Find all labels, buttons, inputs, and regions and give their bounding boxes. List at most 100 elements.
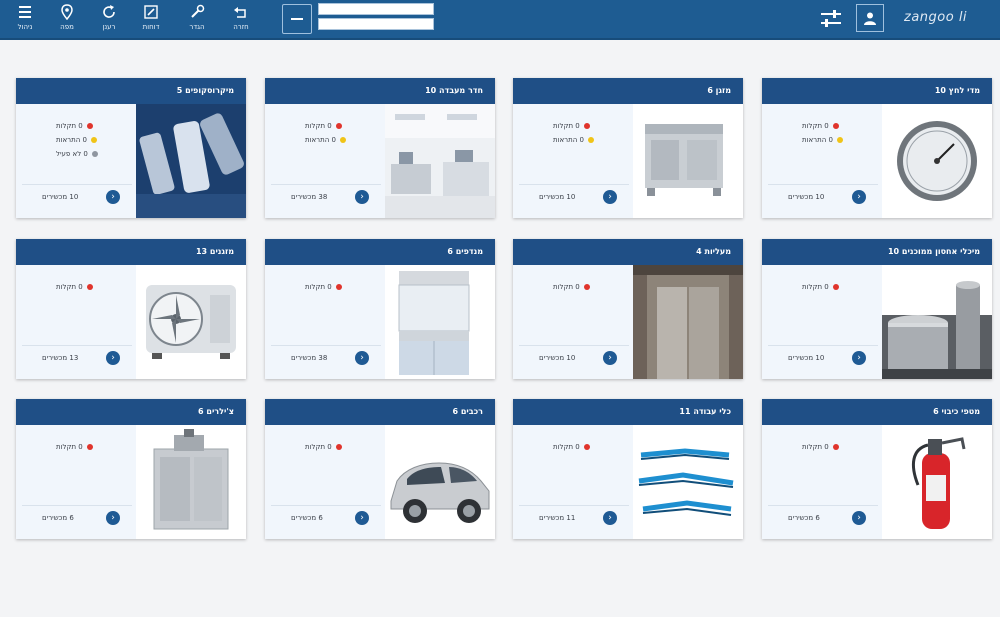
equipment-card[interactable]: רכבים 6 0 תקלות 6 מכשירים ›	[265, 399, 495, 539]
undo-icon	[234, 7, 246, 18]
equipment-card[interactable]: כלי עבודה 11 0 תקלות 11 מכשירים ›	[513, 399, 743, 539]
equipment-card[interactable]: מעליות 4 0 תקלות 10 מכשירים ›	[513, 239, 743, 379]
toolbar-item-map[interactable]: מפה	[50, 0, 84, 38]
card-title[interactable]: מזגנים 13	[16, 239, 246, 265]
arrow-right-icon[interactable]: ›	[852, 190, 866, 204]
refresh-icon	[103, 5, 115, 18]
status-text: 0 תקלות	[305, 283, 332, 291]
arrow-right-icon[interactable]: ›	[852, 351, 866, 365]
gauge-icon	[882, 104, 992, 218]
card-title[interactable]: מנדפים 6	[265, 239, 495, 265]
toolbar-item-refresh[interactable]: רענן	[92, 0, 126, 38]
card-title[interactable]: מיקרוסקופים 5	[16, 78, 246, 104]
card-status-panel: 0 תקלות 6 מכשירים ›	[762, 425, 882, 539]
status-line: 0 תקלות	[305, 283, 342, 291]
status-text: 0 תקלות	[553, 122, 580, 130]
equipment-card[interactable]: מדי לחץ 10 0 תקלות 0 התראות 10 מכשירים ›	[762, 78, 992, 218]
search-field[interactable]	[318, 3, 434, 15]
card-status-panel: 0 תקלות 0 התראות 10 מכשירים ›	[513, 104, 633, 218]
arrow-right-icon[interactable]: ›	[852, 511, 866, 525]
card-status-panel: 0 תקלות 0 התראות 38 מכשירים ›	[265, 104, 385, 218]
card-title[interactable]: צ'ילרים 6	[16, 399, 246, 425]
equipment-card[interactable]: מנדפים 6 0 תקלות 38 מכשירים ›	[265, 239, 495, 379]
card-footer[interactable]: 10 מכשירים ›	[22, 184, 132, 206]
toolbar-label: הגדר	[189, 23, 205, 31]
card-footer[interactable]: 10 מכשירים ›	[519, 184, 629, 206]
equipment-card[interactable]: מטפי כיבוי 6 0 תקלות 6 מכשירים ›	[762, 399, 992, 539]
app-logo: zangoo li	[904, 10, 968, 25]
status-line: 0 תקלות	[305, 122, 342, 130]
arrow-right-icon[interactable]: ›	[603, 351, 617, 365]
status-line: 0 תקלות	[56, 122, 93, 130]
card-footer[interactable]: 10 מכשירים ›	[768, 184, 878, 206]
status-dot-icon	[832, 123, 839, 129]
arrow-right-icon[interactable]: ›	[603, 190, 617, 204]
card-title[interactable]: מטפי כיבוי 6	[762, 399, 992, 425]
settings-button[interactable]	[816, 6, 846, 32]
user-button[interactable]	[856, 4, 884, 32]
equipment-card[interactable]: מזגנים 13 0 תקלות 13 מכשירים ›	[16, 239, 246, 379]
card-title[interactable]: מעליות 4	[513, 239, 743, 265]
card-footer[interactable]: 13 מכשירים ›	[22, 345, 132, 367]
arrow-right-icon[interactable]: ›	[355, 511, 369, 525]
status-line: 0 תקלות	[56, 443, 93, 451]
status-line: 0 תקלות	[802, 122, 839, 130]
equipment-card[interactable]: צ'ילרים 6 0 תקלות 6 מכשירים ›	[16, 399, 246, 539]
device-count: 11 מכשירים	[539, 514, 576, 522]
arrow-right-icon[interactable]: ›	[106, 190, 120, 204]
card-title[interactable]: חדר מעבדה 10	[265, 78, 495, 104]
filter-field[interactable]	[318, 18, 434, 30]
equipment-card[interactable]: מיכלי אחסון ממוכנים 10 0 תקלות 10 מכשירים ›	[762, 239, 992, 379]
toolbar-item-settings[interactable]: הגדר	[180, 0, 214, 38]
search-input[interactable]	[323, 4, 423, 14]
card-body: 0 תקלות 0 התראות 38 מכשירים ›	[265, 104, 495, 218]
card-footer[interactable]: 6 מכשירים ›	[22, 505, 132, 527]
card-title[interactable]: מיכלי אחסון ממוכנים 10	[762, 239, 992, 265]
arrow-right-icon[interactable]: ›	[355, 351, 369, 365]
fire-extinguisher-icon	[882, 425, 992, 539]
card-footer[interactable]: 6 מכשירים ›	[768, 505, 878, 527]
status-text: 0 תקלות	[305, 122, 332, 130]
card-footer[interactable]: 6 מכשירים ›	[271, 505, 381, 527]
list-icon	[19, 6, 31, 18]
card-title[interactable]: מדי לחץ 10	[762, 78, 992, 104]
arrow-right-icon[interactable]: ›	[106, 351, 120, 365]
card-title[interactable]: רכבים 6	[265, 399, 495, 425]
microscope-icon	[136, 104, 246, 218]
card-title[interactable]: כלי עבודה 11	[513, 399, 743, 425]
arrow-right-icon[interactable]: ›	[603, 511, 617, 525]
card-status-panel: 0 תקלות 6 מכשירים ›	[265, 425, 385, 539]
status-dot-icon	[86, 444, 93, 450]
device-count: 38 מכשירים	[291, 354, 328, 362]
equipment-card[interactable]: מיקרוסקופים 5 0 תקלות 0 התראות 0 לא פעיל 10 …	[16, 78, 246, 218]
status-dot-icon	[335, 284, 342, 290]
card-footer[interactable]: 38 מכשירים ›	[271, 345, 381, 367]
equipment-card[interactable]: מזגן 6 0 תקלות 0 התראות 10 מכשירים ›	[513, 78, 743, 218]
card-footer[interactable]: 38 מכשירים ›	[271, 184, 381, 206]
card-status-panel: 0 תקלות 10 מכשירים ›	[513, 265, 633, 379]
card-footer[interactable]: 10 מכשירים ›	[768, 345, 878, 367]
toolbar-item-manage[interactable]: ניהול	[8, 0, 42, 38]
card-footer[interactable]: 11 מכשירים ›	[519, 505, 629, 527]
menu-button[interactable]	[282, 4, 312, 34]
status-text: 0 לא פעיל	[56, 150, 88, 158]
status-line: 0 תקלות	[802, 283, 839, 291]
card-footer[interactable]: 10 מכשירים ›	[519, 345, 629, 367]
status-dot-icon	[91, 151, 98, 157]
card-title[interactable]: מזגן 6	[513, 78, 743, 104]
arrow-right-icon[interactable]: ›	[355, 190, 369, 204]
fume-hood-icon	[385, 265, 495, 379]
tools-icon	[191, 4, 205, 18]
status-text: 0 תקלות	[305, 443, 332, 451]
toolbar-item-reports[interactable]: דוחות	[134, 0, 168, 38]
card-body: 0 תקלות 10 מכשירים ›	[513, 265, 743, 379]
filter-input[interactable]	[323, 19, 423, 29]
arrow-right-icon[interactable]: ›	[106, 511, 120, 525]
status-text: 0 התראות	[56, 136, 88, 144]
status-dot-icon	[583, 444, 590, 450]
toolbar-item-back[interactable]: חזרה	[224, 0, 258, 38]
top-bar: ניהול מפה רענן דוחות הגדר חזרה zangoo li	[0, 0, 1000, 40]
card-status-panel: 0 תקלות 0 התראות 10 מכשירים ›	[762, 104, 882, 218]
equipment-card[interactable]: חדר מעבדה 10 0 תקלות 0 התראות 38 מכשירים ›	[265, 78, 495, 218]
sliders-icon	[821, 10, 841, 27]
